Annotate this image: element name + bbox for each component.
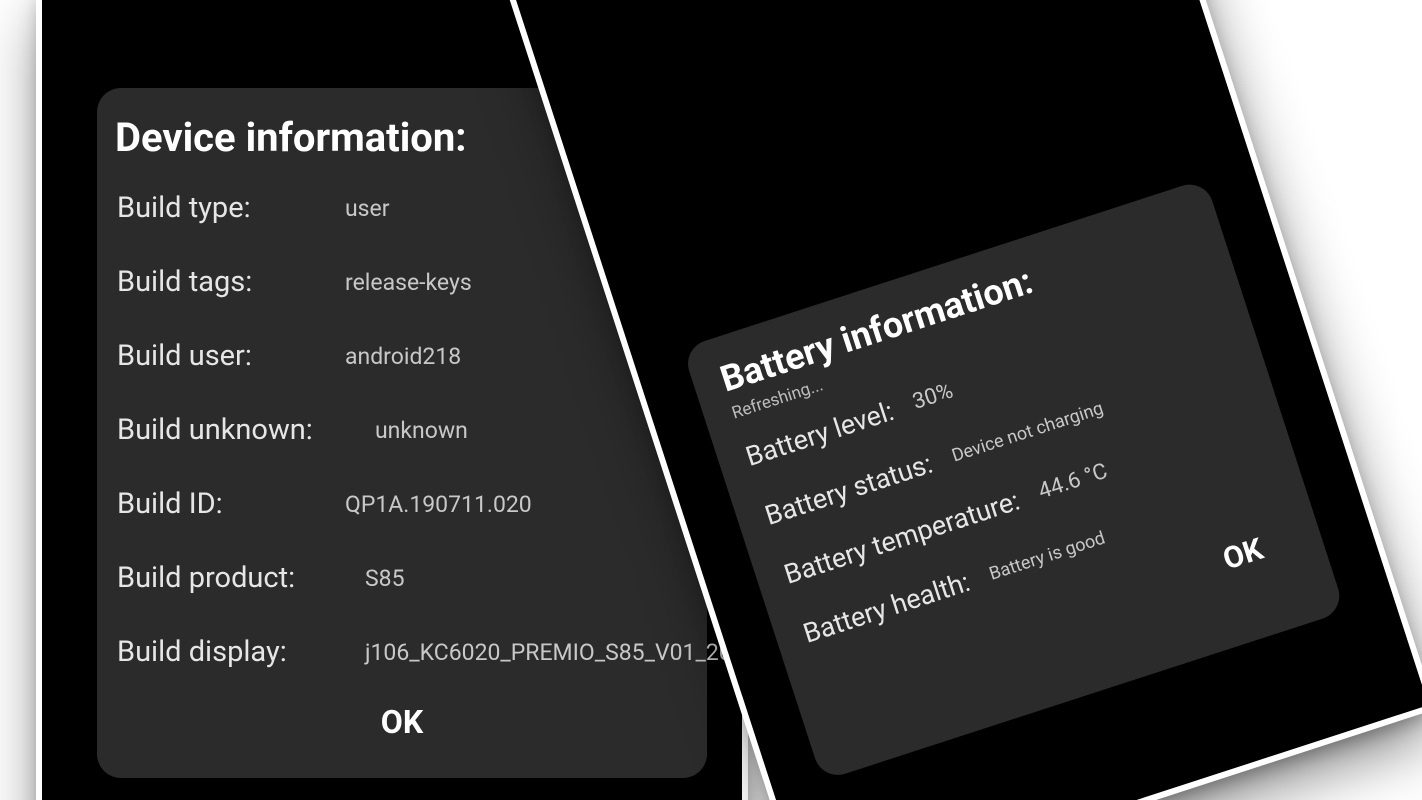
value-build-unknown: unknown	[367, 413, 468, 446]
row-build-unknown: Build unknown: unknown	[117, 413, 687, 447]
value-build-type: user	[337, 191, 390, 224]
value-battery-level: 30%	[888, 376, 956, 422]
battery-info-dialog: Battery information: Refreshing... Batte…	[682, 178, 1346, 781]
label-build-product: Build product:	[117, 561, 357, 595]
value-battery-health: Battery is good	[964, 522, 1108, 592]
label-build-unknown: Build unknown:	[117, 413, 367, 447]
value-build-display: j106_KC6020_PREMIO_S85_V01_20201215	[357, 635, 665, 668]
row-build-product: Build product: S85	[117, 561, 687, 595]
value-build-tags: release-keys	[337, 265, 472, 298]
row-build-tags: Build tags: release-keys	[117, 265, 687, 299]
ok-button[interactable]: OK	[117, 703, 687, 741]
label-build-display: Build display:	[117, 635, 357, 669]
value-build-user: android218	[337, 339, 461, 372]
row-build-user: Build user: android218	[117, 339, 687, 373]
value-build-product: S85	[357, 561, 405, 594]
value-battery-temperature: 44.6 °C	[1014, 456, 1111, 511]
row-build-display: Build display: j106_KC6020_PREMIO_S85_V0…	[117, 635, 687, 669]
label-build-user: Build user:	[117, 339, 337, 373]
row-build-id: Build ID: QP1A.190711.020	[117, 487, 687, 521]
label-build-tags: Build tags:	[117, 265, 337, 299]
value-build-id: QP1A.190711.020	[337, 487, 532, 520]
label-build-id: Build ID:	[117, 487, 337, 521]
label-build-type: Build type:	[117, 191, 337, 225]
